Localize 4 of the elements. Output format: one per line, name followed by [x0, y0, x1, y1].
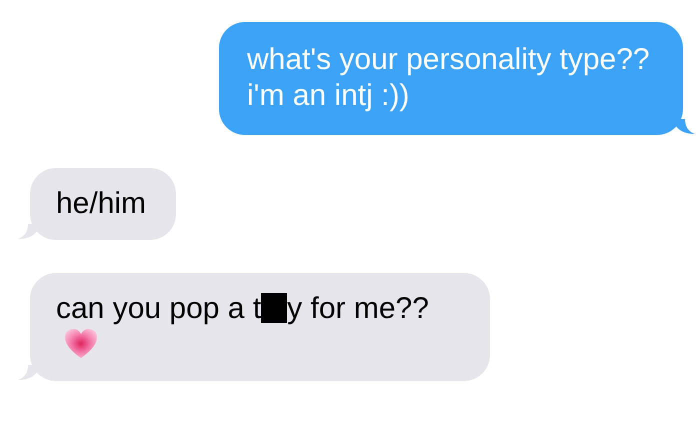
message-text: he/him: [56, 187, 146, 220]
message-text: what's your personality type?? i'm an intj :)): [247, 43, 650, 112]
message-text: y for me??: [287, 292, 429, 325]
message-text: can you pop a t: [56, 292, 262, 325]
